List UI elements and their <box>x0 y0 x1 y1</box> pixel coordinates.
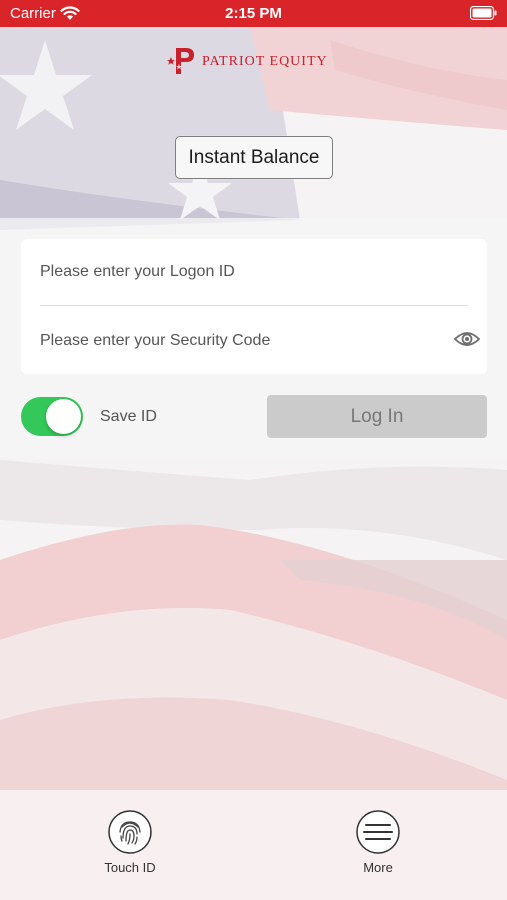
eye-icon[interactable] <box>454 329 480 349</box>
tab-more-label: More <box>363 860 393 875</box>
save-id-label: Save ID <box>100 408 157 425</box>
credentials-card <box>21 239 487 374</box>
status-bar: Carrier 2:15 PM <box>0 0 507 27</box>
log-in-button[interactable]: Log In <box>267 395 487 438</box>
tab-more[interactable]: More <box>328 810 428 875</box>
save-id-toggle[interactable] <box>21 397 83 436</box>
tab-touch-id[interactable]: Touch ID <box>80 810 180 875</box>
tab-touch-id-label: Touch ID <box>104 860 156 875</box>
security-code-input[interactable] <box>40 307 468 374</box>
brand-name: PATRIOT EQUITY <box>202 54 328 69</box>
instant-balance-button[interactable]: Instant Balance <box>175 136 333 179</box>
toggle-knob <box>46 399 81 434</box>
menu-icon <box>356 810 400 854</box>
security-code-field <box>40 307 480 374</box>
logon-id-input[interactable] <box>40 239 468 305</box>
status-time: 2:15 PM <box>225 5 282 22</box>
brand-logo: PATRIOT EQUITY <box>166 44 346 78</box>
bottom-tab-bar: Touch ID More <box>0 790 507 900</box>
fingerprint-icon <box>108 810 152 854</box>
patriot-logo-mark <box>167 48 194 74</box>
logon-id-field <box>40 239 468 306</box>
battery-icon <box>470 6 497 20</box>
